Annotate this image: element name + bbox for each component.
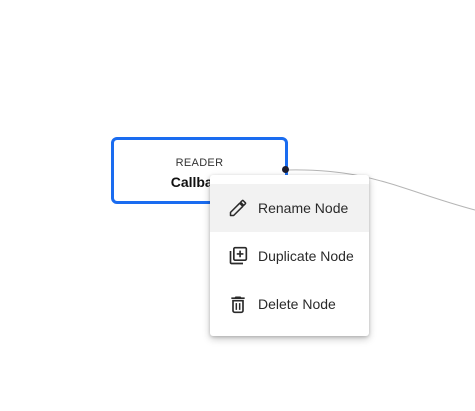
node-context-menu: Rename Node Duplicate Node Delete Node — [210, 175, 369, 336]
trash-icon — [228, 294, 248, 314]
duplicate-icon — [228, 246, 248, 266]
node-type-label: READER — [175, 157, 224, 169]
node-output-handle[interactable] — [282, 166, 289, 173]
menu-item-rename-node[interactable]: Rename Node — [210, 184, 369, 232]
menu-item-label: Rename Node — [258, 200, 349, 216]
menu-item-duplicate-node[interactable]: Duplicate Node — [210, 232, 369, 280]
menu-item-label: Delete Node — [258, 296, 336, 312]
pencil-icon — [228, 198, 248, 218]
menu-item-delete-node[interactable]: Delete Node — [210, 280, 369, 328]
menu-item-label: Duplicate Node — [258, 248, 354, 264]
flow-canvas[interactable]: READER Callback Rename Node Duplicate No… — [0, 0, 475, 411]
